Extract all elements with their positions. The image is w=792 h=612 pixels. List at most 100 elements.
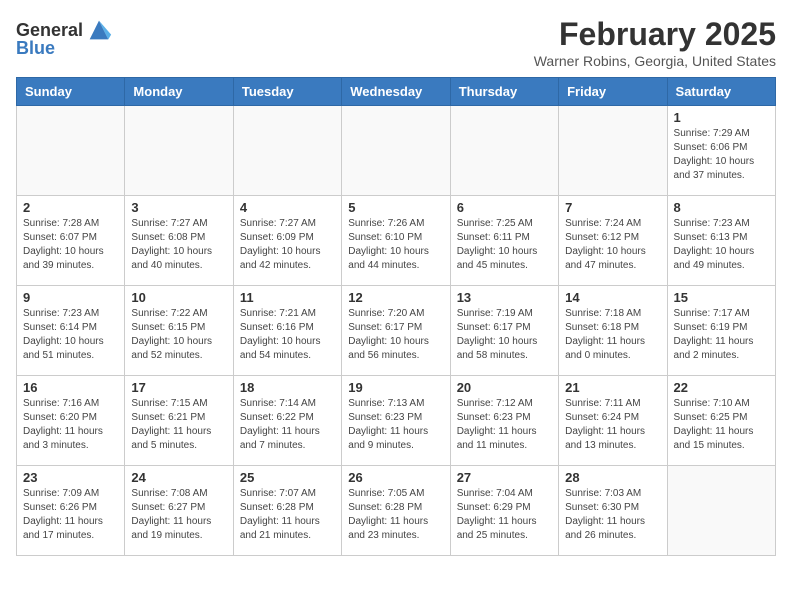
- day-cell: 9 Sunrise: 7:23 AMSunset: 6:14 PMDaylight…: [17, 286, 125, 376]
- day-cell: 18Sunrise: 7:14 AMSunset: 6:22 PMDayligh…: [233, 376, 341, 466]
- day-number: 22: [674, 380, 769, 395]
- day-number: 17: [131, 380, 226, 395]
- day-cell: [667, 466, 775, 556]
- week-row-4: 16 Sunrise: 7:16 AMSunset: 6:20 PMDayligh…: [17, 376, 776, 466]
- logo-icon: [85, 16, 113, 44]
- weekday-header-friday: Friday: [559, 78, 667, 106]
- day-number: 6: [457, 200, 552, 215]
- day-cell: 28 Sunrise: 7:03 AMSunset: 6:30 PMDayligh…: [559, 466, 667, 556]
- day-info: Sunrise: 7:16 AMSunset: 6:20 PMDaylight:…: [23, 397, 118, 453]
- weekday-header-saturday: Saturday: [667, 78, 775, 106]
- weekday-header-sunday: Sunday: [17, 78, 125, 106]
- day-cell: 12 Sunrise: 7:20 AMSunset: 6:17 PMDayligh…: [342, 286, 450, 376]
- day-cell: 15 Sunrise: 7:17 AMSunset: 6:19 PMDayligh…: [667, 286, 775, 376]
- day-cell: 16 Sunrise: 7:16 AMSunset: 6:20 PMDayligh…: [17, 376, 125, 466]
- day-cell: 14Sunrise: 7:18 AMSunset: 6:18 PMDayligh…: [559, 286, 667, 376]
- day-cell: [17, 106, 125, 196]
- day-info: Sunrise: 7:25 AMSunset: 6:11 PMDaylight:…: [457, 217, 552, 273]
- day-cell: 20Sunrise: 7:12 AMSunset: 6:23 PMDayligh…: [450, 376, 558, 466]
- day-info: Sunrise: 7:19 AMSunset: 6:17 PMDaylight:…: [457, 307, 552, 363]
- day-info: Sunrise: 7:26 AMSunset: 6:10 PMDaylight:…: [348, 217, 443, 273]
- day-cell: 11 Sunrise: 7:21 AMSunset: 6:16 PMDayligh…: [233, 286, 341, 376]
- week-row-3: 9 Sunrise: 7:23 AMSunset: 6:14 PMDaylight…: [17, 286, 776, 376]
- day-info: Sunrise: 7:17 AMSunset: 6:19 PMDaylight:…: [674, 307, 769, 363]
- day-info: Sunrise: 7:23 AMSunset: 6:14 PMDaylight:…: [23, 307, 118, 363]
- calendar: SundayMondayTuesdayWednesdayThursdayFrid…: [16, 77, 776, 556]
- day-number: 7: [565, 200, 660, 215]
- day-info: Sunrise: 7:22 AMSunset: 6:15 PMDaylight:…: [131, 307, 226, 363]
- day-info: Sunrise: 7:14 AMSunset: 6:22 PMDaylight:…: [240, 397, 335, 453]
- day-cell: 1 Sunrise: 7:29 AMSunset: 6:06 PMDaylight…: [667, 106, 775, 196]
- day-cell: 5 Sunrise: 7:26 AMSunset: 6:10 PMDaylight…: [342, 196, 450, 286]
- day-number: 28: [565, 470, 660, 485]
- day-number: 5: [348, 200, 443, 215]
- day-number: 12: [348, 290, 443, 305]
- day-cell: 8Sunrise: 7:23 AMSunset: 6:13 PMDaylight…: [667, 196, 775, 286]
- day-number: 11: [240, 290, 335, 305]
- day-cell: 10 Sunrise: 7:22 AMSunset: 6:15 PMDayligh…: [125, 286, 233, 376]
- day-cell: [559, 106, 667, 196]
- day-cell: 3Sunrise: 7:27 AMSunset: 6:08 PMDaylight…: [125, 196, 233, 286]
- day-number: 1: [674, 110, 769, 125]
- day-cell: 25Sunrise: 7:07 AMSunset: 6:28 PMDayligh…: [233, 466, 341, 556]
- day-info: Sunrise: 7:23 AMSunset: 6:13 PMDaylight:…: [674, 217, 769, 273]
- day-cell: 23 Sunrise: 7:09 AMSunset: 6:26 PMDayligh…: [17, 466, 125, 556]
- day-number: 4: [240, 200, 335, 215]
- weekday-header-monday: Monday: [125, 78, 233, 106]
- logo: General Blue: [16, 16, 113, 59]
- day-cell: 26 Sunrise: 7:05 AMSunset: 6:28 PMDayligh…: [342, 466, 450, 556]
- day-number: 10: [131, 290, 226, 305]
- day-info: Sunrise: 7:09 AMSunset: 6:26 PMDaylight:…: [23, 487, 118, 543]
- weekday-header-thursday: Thursday: [450, 78, 558, 106]
- weekday-header-row: SundayMondayTuesdayWednesdayThursdayFrid…: [17, 78, 776, 106]
- day-info: Sunrise: 7:13 AMSunset: 6:23 PMDaylight:…: [348, 397, 443, 453]
- day-info: Sunrise: 7:15 AMSunset: 6:21 PMDaylight:…: [131, 397, 226, 453]
- day-cell: 7Sunrise: 7:24 AMSunset: 6:12 PMDaylight…: [559, 196, 667, 286]
- day-cell: 27Sunrise: 7:04 AMSunset: 6:29 PMDayligh…: [450, 466, 558, 556]
- day-number: 2: [23, 200, 118, 215]
- day-info: Sunrise: 7:28 AMSunset: 6:07 PMDaylight:…: [23, 217, 118, 273]
- day-info: Sunrise: 7:20 AMSunset: 6:17 PMDaylight:…: [348, 307, 443, 363]
- header: General Blue February 2025 Warner Robins…: [16, 16, 776, 69]
- day-cell: 4Sunrise: 7:27 AMSunset: 6:09 PMDaylight…: [233, 196, 341, 286]
- day-info: Sunrise: 7:27 AMSunset: 6:08 PMDaylight:…: [131, 217, 226, 273]
- title-area: February 2025 Warner Robins, Georgia, Un…: [534, 16, 776, 69]
- day-number: 23: [23, 470, 118, 485]
- day-info: Sunrise: 7:08 AMSunset: 6:27 PMDaylight:…: [131, 487, 226, 543]
- day-number: 13: [457, 290, 552, 305]
- location-title: Warner Robins, Georgia, United States: [534, 53, 776, 69]
- weekday-header-tuesday: Tuesday: [233, 78, 341, 106]
- day-number: 15: [674, 290, 769, 305]
- day-info: Sunrise: 7:21 AMSunset: 6:16 PMDaylight:…: [240, 307, 335, 363]
- day-cell: 13 Sunrise: 7:19 AMSunset: 6:17 PMDayligh…: [450, 286, 558, 376]
- day-cell: 24 Sunrise: 7:08 AMSunset: 6:27 PMDayligh…: [125, 466, 233, 556]
- day-cell: 22 Sunrise: 7:10 AMSunset: 6:25 PMDayligh…: [667, 376, 775, 466]
- week-row-5: 23 Sunrise: 7:09 AMSunset: 6:26 PMDayligh…: [17, 466, 776, 556]
- day-cell: [450, 106, 558, 196]
- day-number: 24: [131, 470, 226, 485]
- day-cell: [342, 106, 450, 196]
- day-info: Sunrise: 7:10 AMSunset: 6:25 PMDaylight:…: [674, 397, 769, 453]
- day-cell: 21 Sunrise: 7:11 AMSunset: 6:24 PMDayligh…: [559, 376, 667, 466]
- day-number: 27: [457, 470, 552, 485]
- day-number: 25: [240, 470, 335, 485]
- day-info: Sunrise: 7:05 AMSunset: 6:28 PMDaylight:…: [348, 487, 443, 543]
- weekday-header-wednesday: Wednesday: [342, 78, 450, 106]
- day-cell: [233, 106, 341, 196]
- day-number: 19: [348, 380, 443, 395]
- day-cell: 2 Sunrise: 7:28 AMSunset: 6:07 PMDaylight…: [17, 196, 125, 286]
- day-number: 26: [348, 470, 443, 485]
- day-number: 21: [565, 380, 660, 395]
- month-title: February 2025: [534, 16, 776, 53]
- day-info: Sunrise: 7:03 AMSunset: 6:30 PMDaylight:…: [565, 487, 660, 543]
- day-info: Sunrise: 7:12 AMSunset: 6:23 PMDaylight:…: [457, 397, 552, 453]
- day-cell: 17 Sunrise: 7:15 AMSunset: 6:21 PMDayligh…: [125, 376, 233, 466]
- day-info: Sunrise: 7:18 AMSunset: 6:18 PMDaylight:…: [565, 307, 660, 363]
- day-cell: [125, 106, 233, 196]
- day-info: Sunrise: 7:29 AMSunset: 6:06 PMDaylight:…: [674, 127, 769, 183]
- day-info: Sunrise: 7:11 AMSunset: 6:24 PMDaylight:…: [565, 397, 660, 453]
- day-number: 9: [23, 290, 118, 305]
- day-number: 16: [23, 380, 118, 395]
- week-row-1: 1 Sunrise: 7:29 AMSunset: 6:06 PMDaylight…: [17, 106, 776, 196]
- week-row-2: 2 Sunrise: 7:28 AMSunset: 6:07 PMDaylight…: [17, 196, 776, 286]
